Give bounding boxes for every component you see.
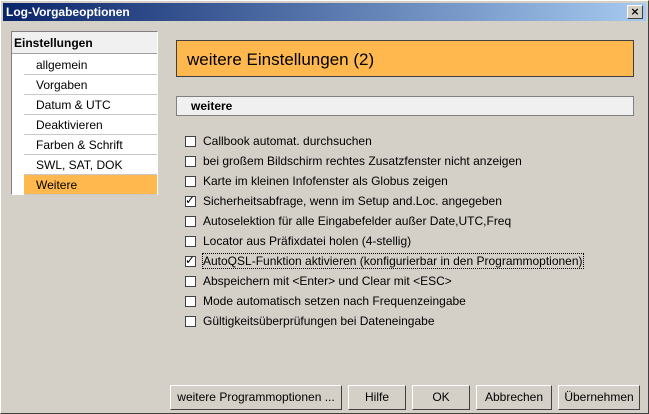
- checkbox[interactable]: [185, 215, 196, 227]
- option-label: Callbook automat. durchsuchen: [203, 134, 372, 148]
- checkbox[interactable]: [185, 155, 196, 167]
- checkbox[interactable]: [185, 275, 196, 287]
- cancel-button[interactable]: Abbrechen: [476, 385, 552, 410]
- more-options-button[interactable]: weitere Programmoptionen ...: [170, 385, 342, 410]
- option-label: Sicherheitsabfrage, wenn im Setup and.Lo…: [203, 194, 502, 208]
- checkbox[interactable]: [185, 235, 196, 247]
- sidebar-item-swl-sat-dok[interactable]: SWL, SAT, DOK: [24, 155, 157, 175]
- option-label: Mode automatisch setzen nach Frequenzein…: [203, 294, 466, 308]
- option-safety-prompt[interactable]: ✓ Sicherheitsabfrage, wenn im Setup and.…: [185, 191, 635, 211]
- options-list: Callbook automat. durchsuchen bei großem…: [185, 131, 635, 331]
- option-label: Gültigkeitsüberprüfungen bei Dateneingab…: [203, 314, 435, 328]
- checkbox[interactable]: [185, 315, 196, 327]
- sidebar-item-farben-schrift[interactable]: Farben & Schrift: [24, 135, 157, 155]
- option-validation[interactable]: Gültigkeitsüberprüfungen bei Dateneingab…: [185, 311, 635, 331]
- checkbox[interactable]: ✓: [185, 192, 196, 207]
- check-icon: ✓: [185, 252, 196, 267]
- option-label: bei großem Bildschirm rechtes Zusatzfens…: [203, 154, 522, 168]
- dialog-window: Log-Vorgabeoptionen × Einstellungen allg…: [0, 0, 649, 414]
- apply-button[interactable]: Übernehmen: [558, 385, 640, 410]
- section-heading: weitere: [176, 96, 634, 116]
- option-locator-prefix[interactable]: Locator aus Präfixdatei holen (4-stellig…: [185, 231, 635, 251]
- option-hide-side-window[interactable]: bei großem Bildschirm rechtes Zusatzfens…: [185, 151, 635, 171]
- option-label: AutoQSL-Funktion aktivieren (konfigurier…: [202, 253, 584, 269]
- option-enter-esc[interactable]: Abspeichern mit <Enter> und Clear mit <E…: [185, 271, 635, 291]
- option-globe-map[interactable]: Karte im kleinen Infofenster als Globus …: [185, 171, 635, 191]
- sidebar-item-datum-utc[interactable]: Datum & UTC: [24, 95, 157, 115]
- option-label: Locator aus Präfixdatei holen (4-stellig…: [203, 234, 412, 248]
- sidebar-item-deaktivieren[interactable]: Deaktivieren: [24, 115, 157, 135]
- checkbox[interactable]: [185, 175, 196, 187]
- settings-sidebar: Einstellungen allgemein Vorgaben Datum &…: [11, 31, 158, 195]
- sidebar-item-weitere[interactable]: Weitere: [24, 175, 157, 195]
- option-label: Karte im kleinen Infofenster als Globus …: [203, 174, 448, 188]
- help-button[interactable]: Hilfe: [348, 385, 406, 410]
- sidebar-heading: Einstellungen: [12, 32, 157, 54]
- option-autoqsl[interactable]: ✓ AutoQSL-Funktion aktivieren (konfiguri…: [185, 251, 635, 271]
- title-bar: Log-Vorgabeoptionen ×: [3, 3, 646, 21]
- close-icon: ×: [630, 5, 640, 18]
- checkbox[interactable]: ✓: [185, 252, 196, 267]
- option-callbook[interactable]: Callbook automat. durchsuchen: [185, 131, 635, 151]
- sidebar-item-allgemein[interactable]: allgemein: [24, 55, 157, 75]
- ok-button[interactable]: OK: [412, 385, 470, 410]
- check-icon: ✓: [185, 192, 196, 207]
- option-auto-mode[interactable]: Mode automatisch setzen nach Frequenzein…: [185, 291, 635, 311]
- sidebar-item-vorgaben[interactable]: Vorgaben: [24, 75, 157, 95]
- window-title: Log-Vorgabeoptionen: [6, 5, 130, 19]
- option-label: Abspeichern mit <Enter> und Clear mit <E…: [203, 274, 452, 288]
- option-autoselect[interactable]: Autoselektion für alle Eingabefelder auß…: [185, 211, 635, 231]
- page-title: weitere Einstellungen (2): [176, 40, 634, 77]
- checkbox[interactable]: [185, 135, 196, 147]
- checkbox[interactable]: [185, 295, 196, 307]
- close-button[interactable]: ×: [627, 5, 643, 19]
- option-label: Autoselektion für alle Eingabefelder auß…: [203, 214, 512, 228]
